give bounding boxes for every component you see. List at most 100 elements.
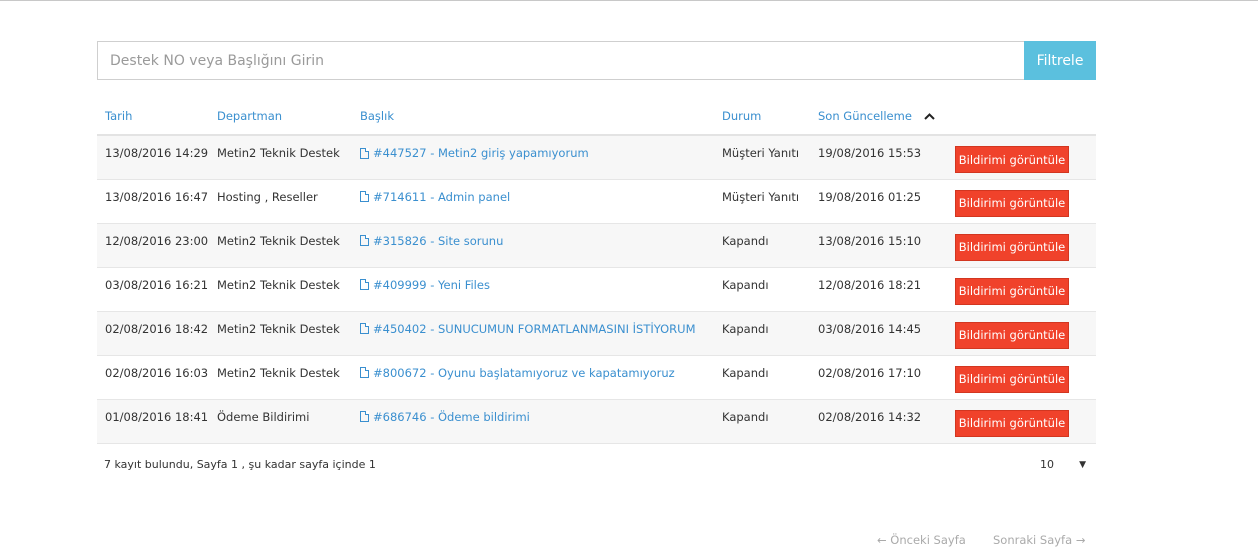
cell-status: Müşteri Yanıtı bbox=[722, 179, 818, 224]
document-icon bbox=[360, 235, 369, 246]
ticket-title: #315826 - Site sorunu bbox=[373, 233, 504, 248]
header-department-label: Departman bbox=[217, 109, 283, 123]
document-icon bbox=[360, 367, 369, 378]
ticket-title: #450402 - SUNUCUMUN FORMATLANMASINI İSTİ… bbox=[373, 321, 696, 336]
cell-date: 02/08/2016 16:03 bbox=[97, 355, 217, 400]
ticket-title-link[interactable]: #447527 - Metin2 giriş yapamıyorum bbox=[360, 146, 589, 160]
page-size-select[interactable]: 10 ▼ bbox=[1040, 458, 1086, 471]
document-icon bbox=[360, 147, 369, 159]
cell-action: Bildirimi görüntüle bbox=[955, 267, 1096, 312]
document-icon bbox=[360, 323, 369, 334]
document-icon bbox=[360, 279, 369, 290]
cell-updated: 02/08/2016 14:32 bbox=[818, 399, 955, 444]
cell-title: #450402 - SUNUCUMUN FORMATLANMASINI İSTİ… bbox=[360, 311, 722, 356]
cell-updated: 19/08/2016 01:25 bbox=[818, 179, 955, 224]
cell-department: Metin2 Teknik Destek bbox=[217, 135, 360, 180]
filter-button[interactable]: Filtrele bbox=[1024, 41, 1096, 80]
table-row: 01/08/2016 18:41 Ödeme Bildirimi #686746 -… bbox=[97, 399, 1096, 444]
next-page-link[interactable]: Sonraki Sayfa → bbox=[993, 533, 1085, 547]
header-updated-label: Son Güncelleme bbox=[818, 109, 912, 123]
view-ticket-button[interactable]: Bildirimi görüntüle bbox=[955, 365, 1069, 393]
cell-department: Metin2 Teknik Destek bbox=[217, 355, 360, 400]
ticket-title-link[interactable]: #714611 - Admin panel bbox=[360, 190, 510, 204]
cell-date: 03/08/2016 16:21 bbox=[97, 267, 217, 312]
cell-department: Metin2 Teknik Destek bbox=[217, 223, 360, 268]
cell-status: Kapandı bbox=[722, 399, 818, 444]
table-row: 13/08/2016 16:47 Hosting , Reseller #71461… bbox=[97, 179, 1096, 224]
cell-date: 01/08/2016 18:41 bbox=[97, 399, 217, 444]
ticket-title: #409999 - Yeni Files bbox=[373, 277, 490, 292]
view-ticket-button[interactable]: Bildirimi görüntüle bbox=[955, 409, 1069, 437]
header-updated[interactable]: Son Güncelleme bbox=[818, 98, 955, 136]
page-size-value: 10 bbox=[1040, 458, 1054, 471]
cell-title: #686746 - Ödeme bildirimi bbox=[360, 399, 722, 444]
cell-status: Kapandı bbox=[722, 355, 818, 400]
cell-date: 13/08/2016 16:47 bbox=[97, 179, 217, 224]
cell-department: Metin2 Teknik Destek bbox=[217, 267, 360, 312]
cell-updated: 12/08/2016 18:21 bbox=[818, 267, 955, 312]
header-action bbox=[955, 98, 1096, 136]
header-status[interactable]: Durum bbox=[722, 98, 818, 136]
view-ticket-button[interactable]: Bildirimi görüntüle bbox=[955, 277, 1069, 305]
document-icon bbox=[360, 411, 369, 422]
table-row: 02/08/2016 16:03 Metin2 Teknik Destek #800… bbox=[97, 355, 1096, 400]
ticket-title: #686746 - Ödeme bildirimi bbox=[373, 409, 530, 424]
header-department[interactable]: Departman bbox=[217, 98, 360, 136]
ticket-title-link[interactable]: #315826 - Site sorunu bbox=[360, 234, 503, 248]
cell-status: Kapandı bbox=[722, 267, 818, 312]
ticket-title: #714611 - Admin panel bbox=[373, 189, 511, 204]
cell-title: #447527 - Metin2 giriş yapamıyorum bbox=[360, 135, 722, 180]
cell-department: Metin2 Teknik Destek bbox=[217, 311, 360, 356]
cell-action: Bildirimi görüntüle bbox=[955, 135, 1096, 180]
search-bar: Filtrele bbox=[97, 41, 1096, 80]
cell-status: Kapandı bbox=[722, 223, 818, 268]
ticket-title-link[interactable]: #409999 - Yeni Files bbox=[360, 278, 490, 292]
ticket-title-link[interactable]: #800672 - Oyunu başlatamıyoruz ve kapata… bbox=[360, 366, 675, 380]
cell-action: Bildirimi görüntüle bbox=[955, 223, 1096, 268]
header-date[interactable]: Tarih bbox=[97, 98, 217, 136]
previous-page-link[interactable]: ← Önceki Sayfa bbox=[877, 533, 966, 547]
ticket-title: #447527 - Metin2 giriş yapamıyorum bbox=[373, 146, 589, 160]
cell-status: Kapandı bbox=[722, 311, 818, 356]
view-ticket-button[interactable]: Bildirimi görüntüle bbox=[955, 146, 1069, 173]
cell-date: 02/08/2016 18:42 bbox=[97, 311, 217, 356]
ticket-title-link[interactable]: #686746 - Ödeme bildirimi bbox=[360, 410, 530, 424]
cell-title: #315826 - Site sorunu bbox=[360, 223, 722, 268]
view-ticket-button[interactable]: Bildirimi görüntüle bbox=[955, 321, 1069, 349]
cell-action: Bildirimi görüntüle bbox=[955, 311, 1096, 356]
cell-action: Bildirimi görüntüle bbox=[955, 355, 1096, 400]
cell-date: 13/08/2016 14:29 bbox=[97, 135, 217, 180]
top-divider bbox=[0, 0, 1258, 1]
cell-title: #409999 - Yeni Files bbox=[360, 267, 722, 312]
table-row: 02/08/2016 18:42 Metin2 Teknik Destek #450… bbox=[97, 311, 1096, 356]
cell-action: Bildirimi görüntüle bbox=[955, 179, 1096, 224]
cell-updated: 03/08/2016 14:45 bbox=[818, 311, 955, 356]
cell-title: #800672 - Oyunu başlatamıyoruz ve kapata… bbox=[360, 355, 722, 400]
header-status-label: Durum bbox=[722, 109, 762, 123]
document-icon bbox=[360, 191, 369, 202]
table-header-row: Tarih Departman Başlık Durum Son Güncell… bbox=[97, 98, 1096, 136]
cell-department: Ödeme Bildirimi bbox=[217, 399, 360, 444]
results-info: 7 kayıt bulundu, Sayfa 1 , şu kadar sayf… bbox=[104, 458, 376, 471]
header-title-label: Başlık bbox=[360, 109, 394, 123]
chevron-up-icon[interactable] bbox=[923, 113, 935, 120]
cell-department: Hosting , Reseller bbox=[217, 179, 360, 224]
search-input[interactable] bbox=[97, 41, 1024, 80]
caret-down-icon: ▼ bbox=[1079, 459, 1086, 470]
header-title[interactable]: Başlık bbox=[360, 98, 722, 136]
cell-title: #714611 - Admin panel bbox=[360, 179, 722, 224]
view-ticket-button[interactable]: Bildirimi görüntüle bbox=[955, 233, 1069, 261]
header-date-label: Tarih bbox=[105, 109, 133, 123]
cell-status: Müşteri Yanıtı bbox=[722, 135, 818, 180]
cell-updated: 19/08/2016 15:53 bbox=[818, 135, 955, 180]
cell-updated: 13/08/2016 15:10 bbox=[818, 223, 955, 268]
table-row: 03/08/2016 16:21 Metin2 Teknik Destek #409… bbox=[97, 267, 1096, 312]
tickets-table: Tarih Departman Başlık Durum Son Güncell… bbox=[97, 98, 1096, 444]
ticket-title-link[interactable]: #450402 - SUNUCUMUN FORMATLANMASINI İSTİ… bbox=[360, 322, 696, 336]
table-row: 13/08/2016 14:29 Metin2 Teknik Destek #447… bbox=[97, 135, 1096, 180]
table-row: 12/08/2016 23:00 Metin2 Teknik Destek #315… bbox=[97, 223, 1096, 268]
view-ticket-button[interactable]: Bildirimi görüntüle bbox=[955, 189, 1069, 217]
ticket-title: #800672 - Oyunu başlatamıyoruz ve kapata… bbox=[373, 365, 675, 380]
cell-date: 12/08/2016 23:00 bbox=[97, 223, 217, 268]
cell-action: Bildirimi görüntüle bbox=[955, 399, 1096, 444]
